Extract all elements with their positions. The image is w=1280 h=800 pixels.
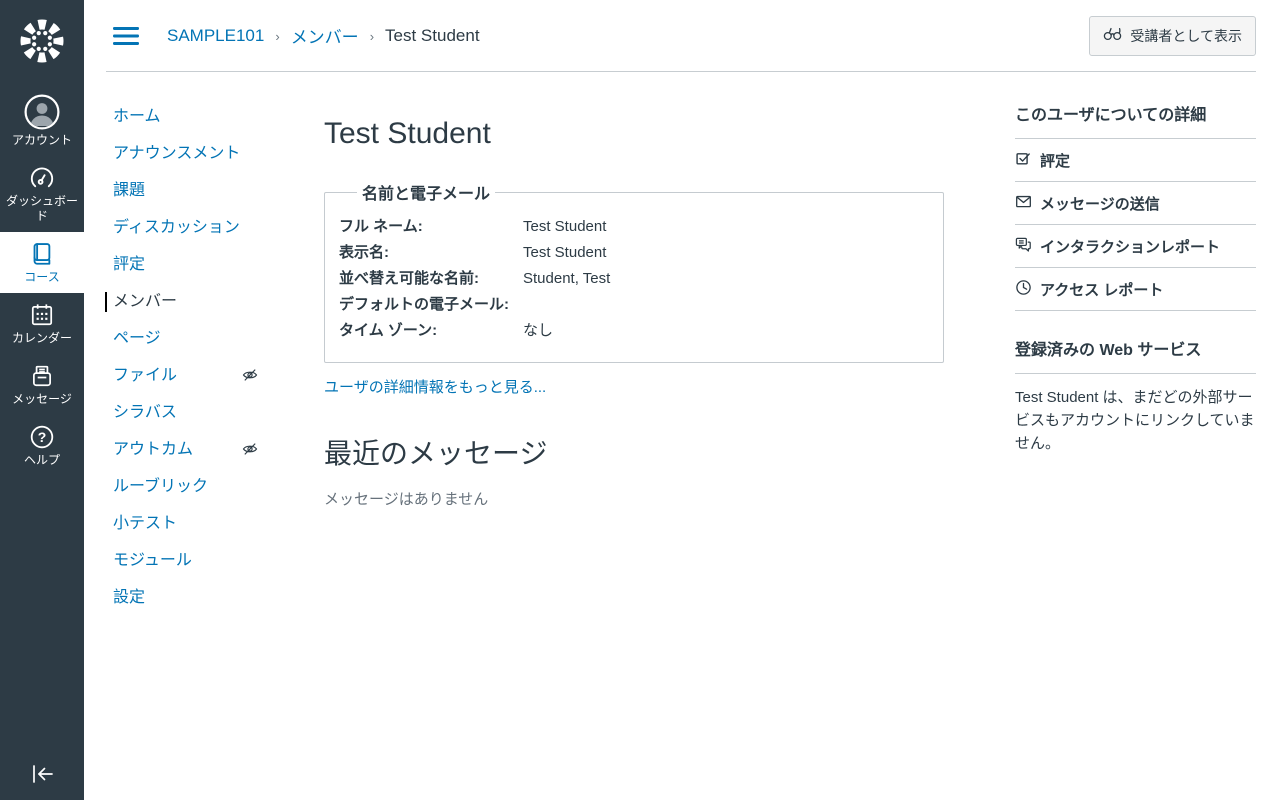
sidebar-link-grades[interactable]: 評定 [1015, 139, 1256, 182]
eye-slash-icon [242, 441, 258, 463]
field-value: Test Student [523, 218, 607, 235]
field-row-display-name: 表示名: Test Student [339, 240, 929, 266]
course-nav-announcements: アナウンスメント [113, 145, 241, 162]
breadcrumb-members-link[interactable]: メンバー [291, 23, 359, 48]
breadcrumb-separator: › [275, 29, 280, 44]
inbox-icon [29, 363, 55, 389]
global-nav-label: アカウント [11, 133, 72, 147]
hamburger-icon[interactable] [111, 24, 141, 48]
page-header: SAMPLE101 › メンバー › Test Student 受講者として表示 [84, 0, 1280, 71]
courses-book-icon [29, 241, 55, 267]
gradebook-check-icon [1015, 150, 1032, 171]
page: SAMPLE101 › メンバー › Test Student 受講者として表示 [84, 0, 1280, 625]
course-nav-grades: 評定 [113, 256, 146, 273]
global-nav-label: ダッシュボード [5, 194, 78, 223]
sidebar-link-label: アクセス レポート [1040, 282, 1164, 299]
field-label: 表示名: [339, 244, 389, 261]
course-nav-modules: モジュール [113, 552, 192, 569]
field-row-full-name: フル ネーム: Test Student [339, 214, 929, 240]
global-nav-label: ヘルプ [23, 453, 60, 467]
view-as-student-label: 受講者として表示 [1130, 27, 1242, 44]
field-label: タイム ゾーン: [339, 322, 438, 339]
canvas-logo[interactable] [0, 0, 84, 85]
field-row-default-email: デフォルトの電子メール: [339, 292, 929, 318]
breadcrumb-separator: › [369, 29, 375, 44]
web-services-text: Test Student は、まだどの外部サービスもアカウントにリンクしていませ… [1015, 389, 1255, 452]
sidebar-link-label: メッセージの送信 [1040, 196, 1160, 213]
field-label: デフォルトの電子メール: [339, 296, 509, 313]
course-nav: ホーム アナウンスメント 課題 ディスカッション 評定 メンバー ページ ファイ… [84, 72, 324, 625]
global-nav-label: カレンダー [11, 331, 72, 345]
view-as-student-button[interactable]: 受講者として表示 [1089, 15, 1256, 56]
collapse-left-arrow-icon [29, 763, 55, 788]
breadcrumb: SAMPLE101 › メンバー › Test Student [167, 23, 480, 48]
dashboard-gauge-icon [29, 165, 55, 191]
sidebar-link-access-item: アクセス レポート [1015, 268, 1256, 311]
help-icon: ? [29, 424, 55, 450]
svg-text:?: ? [38, 429, 47, 445]
page-title: Test Student [324, 117, 491, 150]
global-nav: アカウント ダッシュボード コース カレンダー メッセージ ? ヘルプ [0, 0, 84, 800]
fieldset-legend: 名前と電子メール [362, 186, 491, 203]
global-nav-inbox[interactable]: メッセージ [0, 354, 84, 415]
recent-messages-heading: 最近のメッセージ [324, 438, 548, 469]
course-nav-home: ホーム [113, 108, 161, 125]
envelope-icon [1015, 193, 1032, 214]
more-user-details-link[interactable]: ユーザの詳細情報をもっと見る... [324, 376, 546, 397]
course-nav-rubrics: ルーブリック [113, 478, 209, 495]
sidebar-link-label: インタラクションレポート [1040, 239, 1221, 256]
sidebar-link-grades-item: 評定 [1015, 139, 1256, 182]
field-value: Test Student [523, 244, 607, 261]
global-nav-help[interactable]: ? ヘルプ [0, 415, 84, 476]
global-nav-label: コース [24, 270, 60, 284]
canvas-logo-icon [16, 15, 68, 72]
field-label: フル ネーム: [339, 218, 423, 235]
breadcrumb-current: Test Student [385, 25, 480, 45]
collapse-sidebar-button[interactable] [0, 757, 84, 794]
course-nav-pages: ページ [113, 330, 161, 347]
global-nav-dashboard[interactable]: ダッシュボード [0, 156, 84, 232]
name-email-fieldset: 名前と電子メール フル ネーム: Test Student 表示名: Test … [324, 180, 944, 363]
global-nav-calendar[interactable]: カレンダー [0, 293, 84, 354]
user-icon [24, 94, 60, 130]
field-row-time-zone: タイム ゾーン: なし [339, 318, 929, 344]
global-nav-account[interactable]: アカウント [0, 85, 84, 156]
course-nav-syllabus: シラバス [113, 404, 177, 421]
user-details-heading: このユーザについての詳細 [1015, 101, 1256, 139]
sidebar-link-label: 評定 [1040, 153, 1071, 170]
sidebar-link-send-message-item: メッセージの送信 [1015, 182, 1256, 225]
global-nav-courses[interactable]: コース [0, 232, 84, 293]
sidebar-link-interactions-report[interactable]: インタラクションレポート [1015, 225, 1256, 268]
field-value: Student, Test [523, 270, 611, 287]
course-nav-outcomes: アウトカム [113, 440, 324, 460]
clock-icon [1015, 279, 1032, 300]
speech-bubbles-icon [1015, 236, 1032, 257]
right-sidebar: このユーザについての詳細 評定 メッセージの送信 インタラクションレポート アク… [1015, 72, 1280, 455]
breadcrumb-course-link[interactable]: SAMPLE101 [167, 26, 264, 46]
web-services-heading: 登録済みの Web サービス [1015, 336, 1256, 374]
field-row-sortable-name: 並べ替え可能な名前: Student, Test [339, 266, 929, 292]
sidebar-link-send-message[interactable]: メッセージの送信 [1015, 182, 1256, 225]
field-label: 並べ替え可能な名前: [339, 270, 479, 287]
course-nav-discussions: ディスカッション [113, 219, 240, 236]
sidebar-link-interactions-item: インタラクションレポート [1015, 225, 1256, 268]
course-nav-assignments: 課題 [113, 182, 146, 199]
course-nav-files: ファイル [113, 366, 324, 386]
no-messages-text: メッセージはありません [324, 491, 489, 508]
course-nav-quizzes: 小テスト [113, 515, 178, 532]
glasses-icon [1103, 27, 1122, 44]
global-nav-label: メッセージ [12, 392, 72, 406]
course-nav-people-active: メンバー [105, 292, 324, 312]
course-nav-settings: 設定 [113, 589, 146, 606]
calendar-icon [29, 302, 55, 328]
eye-slash-icon [242, 367, 258, 389]
main-content: Test Student 名前と電子メール フル ネーム: Test Stude… [324, 72, 944, 509]
field-value: なし [523, 322, 554, 339]
sidebar-link-access-report[interactable]: アクセス レポート [1015, 268, 1256, 311]
